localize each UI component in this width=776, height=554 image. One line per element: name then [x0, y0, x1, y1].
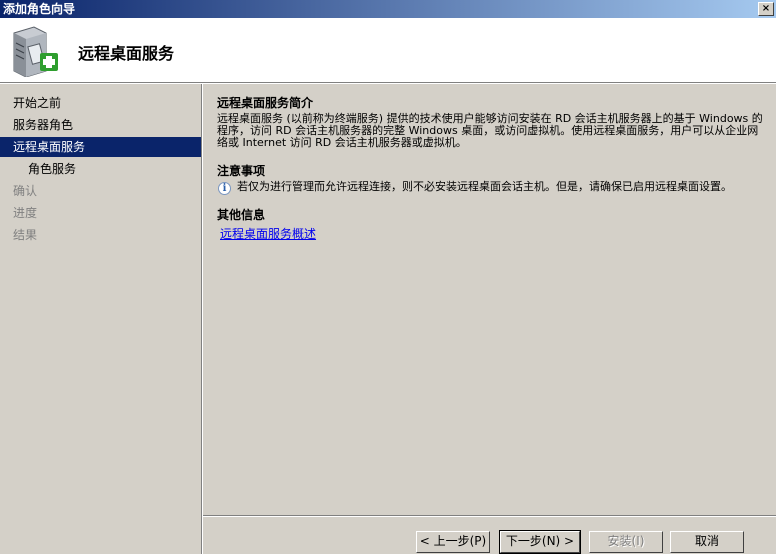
intro-text: 远程桌面服务 (以前称为终端服务) 提供的技术使用户能够访问安装在 RD 会话主… — [217, 112, 763, 149]
more-info-title: 其他信息 — [217, 208, 266, 222]
content-pane: 远程桌面服务简介 远程桌面服务 (以前称为终端服务) 提供的技术使用户能够访问安… — [217, 95, 767, 242]
notes-title: 注意事项 — [217, 164, 266, 178]
server-add-icon — [10, 23, 60, 80]
close-button[interactable]: × — [758, 2, 774, 16]
footer-separator — [203, 515, 776, 517]
page-title: 远程桌面服务 — [78, 44, 175, 63]
note-text: 若仅为进行管理而允许远程连接，则不必安装远程桌面会话主机。但是，请确保已启用远程… — [237, 180, 732, 193]
next-button[interactable]: 下一步(N) > — [499, 530, 581, 554]
cancel-button[interactable]: 取消 — [670, 531, 744, 553]
install-button: 安装(I) — [589, 531, 663, 553]
title-bar: 添加角色向导 × — [0, 0, 776, 18]
nav-item-before-you-begin[interactable]: 开始之前 — [0, 93, 201, 113]
nav-item-results: 结果 — [13, 228, 38, 242]
nav-item-remote-desktop-services[interactable]: 远程桌面服务 — [0, 137, 201, 157]
intro-title: 远程桌面服务简介 — [217, 96, 314, 110]
previous-button[interactable]: < 上一步(P) — [416, 531, 490, 553]
overview-link[interactable]: 远程桌面服务概述 — [220, 225, 316, 242]
nav-item-server-roles[interactable]: 服务器角色 — [0, 115, 201, 135]
nav-item-confirmation: 确认 — [13, 184, 38, 198]
nav-item-role-services[interactable]: 角色服务 — [0, 159, 201, 179]
wizard-step-list: 开始之前 服务器角色 远程桌面服务 角色服务 确认 进度 结果 — [0, 84, 201, 554]
nav-item-progress: 进度 — [13, 206, 38, 220]
wizard-header: 远程桌面服务 — [0, 18, 776, 83]
note-item: i 若仅为进行管理而允许远程连接，则不必安装远程桌面会话主机。但是，请确保已启用… — [217, 180, 767, 195]
window-title: 添加角色向导 — [3, 2, 76, 16]
pane-divider — [201, 84, 203, 554]
info-icon: i — [218, 182, 231, 195]
